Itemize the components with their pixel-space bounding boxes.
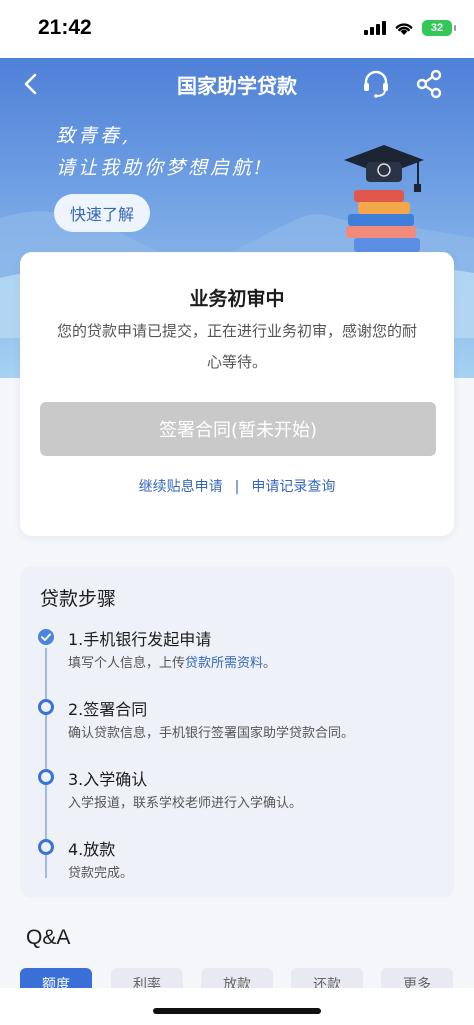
step-title: 1.手机银行发起申请 bbox=[68, 630, 212, 649]
slogan-line-2: 请让我助你梦想启航! bbox=[56, 157, 265, 179]
slogan-line-1: 致青春, bbox=[56, 125, 132, 147]
home-indicator[interactable] bbox=[153, 1008, 321, 1014]
step-title: 2.签署合同 bbox=[68, 700, 148, 719]
status-icons: 32 bbox=[364, 20, 456, 36]
step-title: 3.入学确认 bbox=[68, 770, 148, 789]
qa-tabs: 额度 利率 放款 还款 更多 bbox=[20, 968, 474, 988]
continue-interest-subsidy-link[interactable]: 继续贴息申请 bbox=[139, 479, 223, 495]
wifi-icon bbox=[395, 22, 413, 35]
steps-title: 贷款步骤 bbox=[40, 588, 117, 610]
learn-more-button[interactable]: 快速了解 bbox=[54, 194, 150, 232]
loan-steps-card: 贷款步骤 1.手机银行发起申请 填写个人信息，上传贷款所需资料。 2.签署合同 … bbox=[20, 566, 454, 898]
step-description: 确认贷款信息，手机银行签署国家助学贷款合同。 bbox=[68, 726, 355, 741]
customer-service-icon[interactable] bbox=[360, 68, 392, 100]
tab-quota[interactable]: 额度 bbox=[20, 968, 92, 988]
slogan: 致青春, 请让我助你梦想启航! bbox=[56, 120, 265, 184]
tab-repayment[interactable]: 还款 bbox=[291, 968, 363, 988]
bottom-safe-area bbox=[0, 988, 474, 1025]
pending-circle-icon bbox=[38, 839, 54, 855]
step-description: 入学报道，联系学校老师进行入学确认。 bbox=[68, 796, 303, 811]
application-records-link[interactable]: 申请记录查询 bbox=[251, 479, 335, 495]
qa-title: Q&A bbox=[26, 926, 71, 949]
sign-contract-button[interactable]: 签署合同(暂未开始) bbox=[40, 402, 436, 456]
step-description: 填写个人信息，上传贷款所需资料。 bbox=[68, 656, 277, 671]
card-links: 继续贴息申请 | 申请记录查询 bbox=[20, 476, 454, 496]
pending-circle-icon bbox=[38, 769, 54, 785]
step-title: 4.放款 bbox=[68, 840, 116, 859]
status-bar: 21:42 32 bbox=[0, 0, 474, 58]
pending-circle-icon bbox=[38, 699, 54, 715]
application-status-card: 业务初审中 您的贷款申请已提交，正在进行业务初审，感谢您的耐心等待。 签署合同(… bbox=[20, 252, 454, 536]
check-icon bbox=[38, 629, 54, 645]
page-title: 国家助学贷款 bbox=[177, 74, 297, 98]
tab-interest-rate[interactable]: 利率 bbox=[111, 968, 183, 988]
link-separator: | bbox=[234, 479, 240, 495]
tab-more[interactable]: 更多 bbox=[381, 968, 453, 988]
nav-bar: 国家助学贷款 bbox=[0, 58, 474, 110]
required-documents-link[interactable]: 贷款所需资料 bbox=[185, 656, 263, 671]
status-time: 21:42 bbox=[38, 16, 92, 39]
signal-icon bbox=[364, 21, 386, 35]
status-title: 业务初审中 bbox=[189, 288, 285, 310]
tab-disbursement[interactable]: 放款 bbox=[201, 968, 273, 988]
battery-icon: 32 bbox=[422, 20, 456, 36]
step-description: 贷款完成。 bbox=[68, 866, 134, 881]
status-description: 您的贷款申请已提交，正在进行业务初审，感谢您的耐心等待。 bbox=[56, 322, 417, 371]
share-icon[interactable] bbox=[414, 68, 444, 100]
